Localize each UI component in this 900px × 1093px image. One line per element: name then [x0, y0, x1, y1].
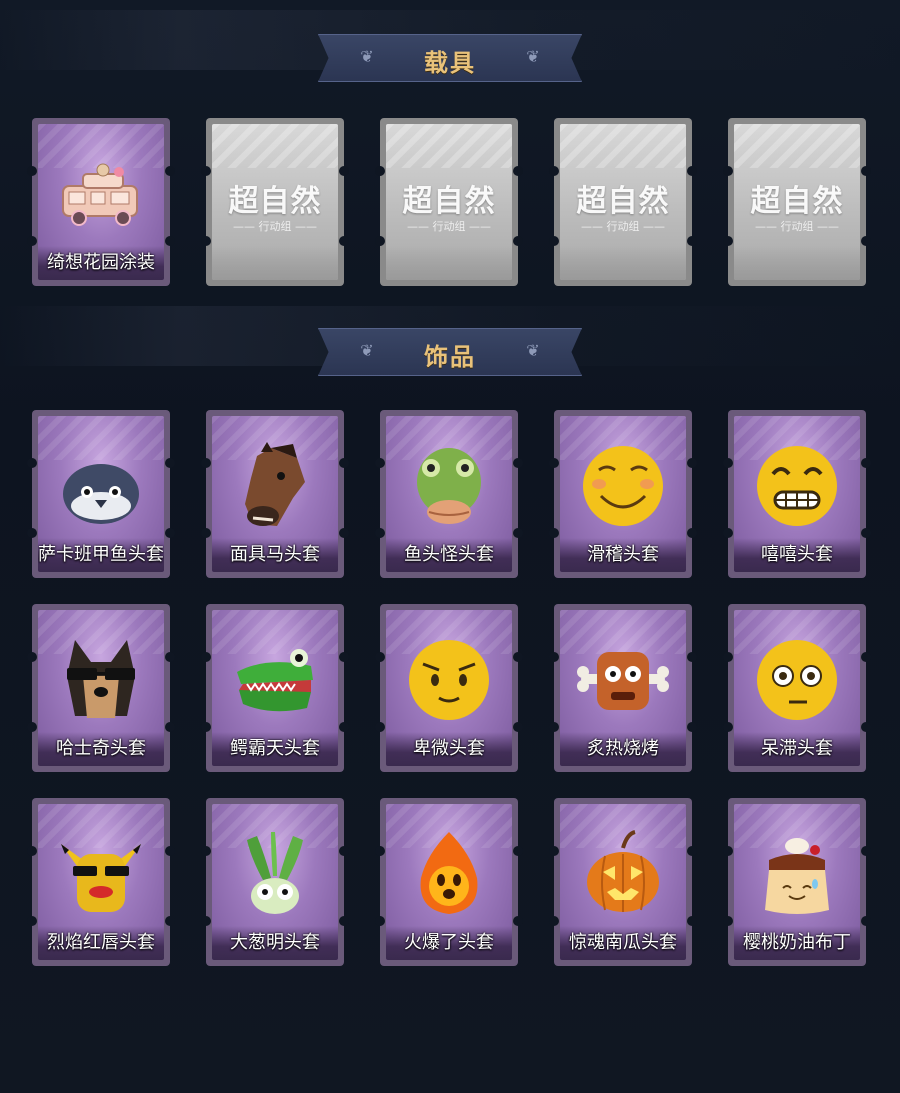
- locked-vehicle-card[interactable]: 超自然 —— 行动组 ——: [723, 118, 871, 286]
- husky-head-icon: [53, 632, 149, 728]
- placeholder-subtitle: —— 行动组 ——: [407, 220, 491, 233]
- accessory-label: 面具马头套: [230, 544, 320, 565]
- vehicle-card[interactable]: 绮想花园涂装: [27, 118, 175, 286]
- accessory-label: 哈士奇头套: [56, 738, 146, 759]
- accessory-label: 大葱明头套: [230, 932, 320, 953]
- accessory-label: 烈焰红唇头套: [47, 932, 155, 953]
- swirl-ornament-icon: ❦: [526, 341, 540, 360]
- accessory-label: 呆滞头套: [761, 738, 833, 759]
- placeholder-subtitle: —— 行动组 ——: [581, 220, 665, 233]
- dazed-emoji-head-icon: [749, 632, 845, 728]
- section-banner-accessories: ❦ 饰品 ❦: [318, 328, 582, 376]
- placeholder-logo: 超自然: [750, 184, 844, 219]
- accessory-label: 嘻嘻头套: [761, 544, 833, 565]
- pumpkin-head-icon: [575, 826, 671, 922]
- section-banner-vehicles: ❦ 载具 ❦: [318, 34, 582, 82]
- accessory-card[interactable]: 炙热烧烤: [549, 604, 697, 772]
- rose-gold-van-icon: [53, 146, 149, 242]
- placeholder-subtitle: —— 行动组 ——: [233, 220, 317, 233]
- section-title: 饰品: [424, 343, 476, 371]
- accessory-card[interactable]: 哈士奇头套: [27, 604, 175, 772]
- locked-vehicle-card[interactable]: 超自然 —— 行动组 ——: [201, 118, 349, 286]
- accessory-card[interactable]: 樱桃奶油布丁: [723, 798, 871, 966]
- reward-showcase: ❦ 载具 ❦ 绮想花园涂装 超自然 —— 行动组 —— 超自然 —— 行动组 —…: [0, 0, 900, 1093]
- accessory-label: 樱桃奶油布丁: [743, 932, 851, 953]
- locked-vehicle-card[interactable]: 超自然 —— 行动组 ——: [549, 118, 697, 286]
- accessory-card[interactable]: 卑微头套: [375, 604, 523, 772]
- fish-head-icon: [53, 438, 149, 534]
- accessory-card[interactable]: 呆滞头套: [723, 604, 871, 772]
- pudding-head-icon: [749, 826, 845, 922]
- placeholder-logo: 超自然: [402, 184, 496, 219]
- accessory-label: 火爆了头套: [404, 932, 494, 953]
- humble-emoji-head-icon: [401, 632, 497, 728]
- placeholder-logo: 超自然: [228, 184, 322, 219]
- accessory-card[interactable]: 烈焰红唇头套: [27, 798, 175, 966]
- horse-mask-icon: [227, 438, 323, 534]
- accessory-label: 滑稽头套: [587, 544, 659, 565]
- grin-emoji-head-icon: [749, 438, 845, 534]
- smirk-emoji-head-icon: [575, 438, 671, 534]
- swirl-ornament-icon: ❦: [526, 47, 540, 66]
- accessory-card[interactable]: 面具马头套: [201, 410, 349, 578]
- accessory-card[interactable]: 火爆了头套: [375, 798, 523, 966]
- placeholder-subtitle: —— 行动组 ——: [755, 220, 839, 233]
- section-title: 载具: [424, 49, 476, 77]
- accessory-label: 炙热烧烤: [587, 738, 659, 759]
- accessory-card[interactable]: 鱼头怪头套: [375, 410, 523, 578]
- placeholder-logo: 超自然: [576, 184, 670, 219]
- vehicle-label: 绮想花园涂装: [47, 252, 155, 273]
- accessory-card[interactable]: 惊魂南瓜头套: [549, 798, 697, 966]
- crocodile-head-icon: [227, 632, 323, 728]
- red-lips-head-icon: [53, 826, 149, 922]
- accessory-label: 鳄霸天头套: [230, 738, 320, 759]
- accessory-label: 萨卡班甲鱼头套: [38, 544, 164, 565]
- accessory-card[interactable]: 滑稽头套: [549, 410, 697, 578]
- fishman-head-icon: [401, 438, 497, 534]
- scallion-head-icon: [227, 826, 323, 922]
- fire-head-icon: [401, 826, 497, 922]
- accessory-label: 惊魂南瓜头套: [569, 932, 677, 953]
- bbq-meat-head-icon: [575, 632, 671, 728]
- accessory-card[interactable]: 大葱明头套: [201, 798, 349, 966]
- locked-vehicle-card[interactable]: 超自然 —— 行动组 ——: [375, 118, 523, 286]
- accessory-label: 鱼头怪头套: [404, 544, 494, 565]
- accessory-card[interactable]: 萨卡班甲鱼头套: [27, 410, 175, 578]
- accessory-card[interactable]: 鳄霸天头套: [201, 604, 349, 772]
- accessory-card[interactable]: 嘻嘻头套: [723, 410, 871, 578]
- accessory-label: 卑微头套: [413, 738, 485, 759]
